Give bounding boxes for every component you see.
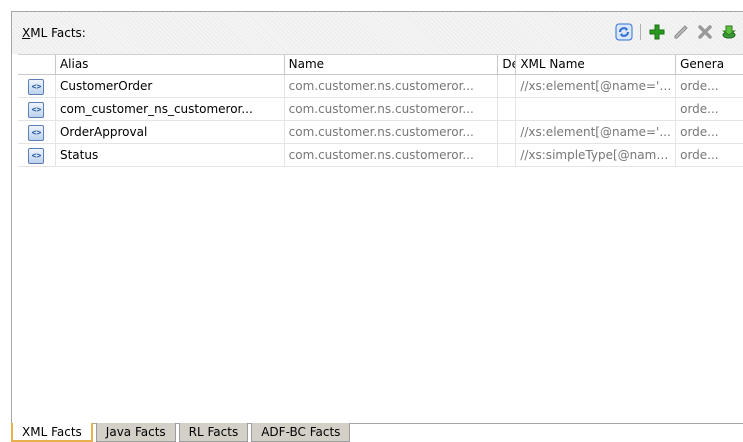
xml-facts-panel: XML Facts: Alias Name D XML Name Genera …	[11, 11, 743, 424]
refresh-icon[interactable]	[614, 22, 634, 42]
title-mnemonic: X	[22, 26, 31, 40]
xml-name-cell[interactable]	[516, 98, 677, 121]
description-cell[interactable]	[498, 75, 517, 98]
xml-fact-icon: <>	[28, 78, 45, 95]
edit-icon[interactable]	[671, 22, 691, 42]
panel-header: XML Facts:	[12, 12, 743, 54]
xml-name-cell[interactable]: //xs:element[@name='...	[516, 121, 677, 144]
alias-cell[interactable]: com_customer_ns_customeror...	[56, 98, 285, 121]
panel-title: XML Facts:	[22, 26, 86, 40]
name-cell[interactable]: com.customer.ns.customeror...	[285, 121, 499, 144]
row-icon-cell: <>	[18, 144, 56, 167]
xml-fact-icon: <>	[28, 124, 45, 141]
facts-tab-bar: XML Facts Java Facts RL Facts ADF-BC Fac…	[11, 423, 353, 442]
table-header: Alias Name De XML Name Genera	[18, 55, 743, 75]
generated-cell[interactable]: orde...	[676, 98, 743, 121]
tab-adf-bc-facts[interactable]: ADF-BC Facts	[251, 423, 351, 442]
alias-cell[interactable]: Status	[56, 144, 285, 167]
tab-rl-facts[interactable]: RL Facts	[178, 423, 249, 442]
toolbar-separator	[640, 24, 641, 40]
tab-xml-facts[interactable]: XML Facts	[11, 423, 93, 442]
xml-fact-icon: <>	[28, 101, 45, 118]
name-cell[interactable]: com.customer.ns.customeror...	[285, 75, 499, 98]
row-icon-cell: <>	[18, 121, 56, 144]
name-cell[interactable]: com.customer.ns.customeror...	[285, 144, 499, 167]
table-row[interactable]: <> Status com.customer.ns.customeror... …	[18, 144, 743, 167]
toolbar	[610, 22, 739, 42]
column-header-xml-name[interactable]: XML Name	[516, 55, 677, 75]
column-header-alias[interactable]: Alias	[56, 55, 285, 75]
name-cell[interactable]: com.customer.ns.customeror...	[285, 98, 499, 121]
title-text: ML Facts:	[30, 26, 86, 40]
xml-name-cell[interactable]: //xs:element[@name='C...	[516, 75, 677, 98]
import-icon[interactable]	[719, 22, 739, 42]
table-row[interactable]: <> OrderApproval com.customer.ns.custome…	[18, 121, 743, 144]
icon-column-header[interactable]	[18, 55, 56, 75]
alias-cell[interactable]: OrderApproval	[56, 121, 285, 144]
facts-table: Alias Name De XML Name Genera <> Custome…	[18, 54, 743, 421]
description-cell[interactable]	[498, 98, 517, 121]
xml-fact-icon: <>	[28, 147, 45, 164]
generated-cell[interactable]: orde...	[676, 144, 743, 167]
generated-cell[interactable]: orde...	[676, 75, 743, 98]
row-icon-cell: <>	[18, 75, 56, 98]
description-cell[interactable]	[498, 121, 517, 144]
table-row[interactable]: <> com_customer_ns_customeror... com.cus…	[18, 98, 743, 121]
column-header-description[interactable]: De	[498, 55, 517, 75]
column-header-name[interactable]: Name	[285, 55, 499, 75]
column-header-generated[interactable]: Genera	[676, 55, 743, 75]
generated-cell[interactable]: orde...	[676, 121, 743, 144]
alias-cell[interactable]: CustomerOrder	[56, 75, 285, 98]
delete-icon[interactable]	[695, 22, 715, 42]
description-cell[interactable]	[498, 144, 517, 167]
row-icon-cell: <>	[18, 98, 56, 121]
xml-name-cell[interactable]: //xs:simpleType[@name...	[516, 144, 677, 167]
add-icon[interactable]	[647, 22, 667, 42]
tab-java-facts[interactable]: Java Facts	[95, 423, 176, 442]
table-row[interactable]: <> CustomerOrder com.customer.ns.custome…	[18, 75, 743, 98]
